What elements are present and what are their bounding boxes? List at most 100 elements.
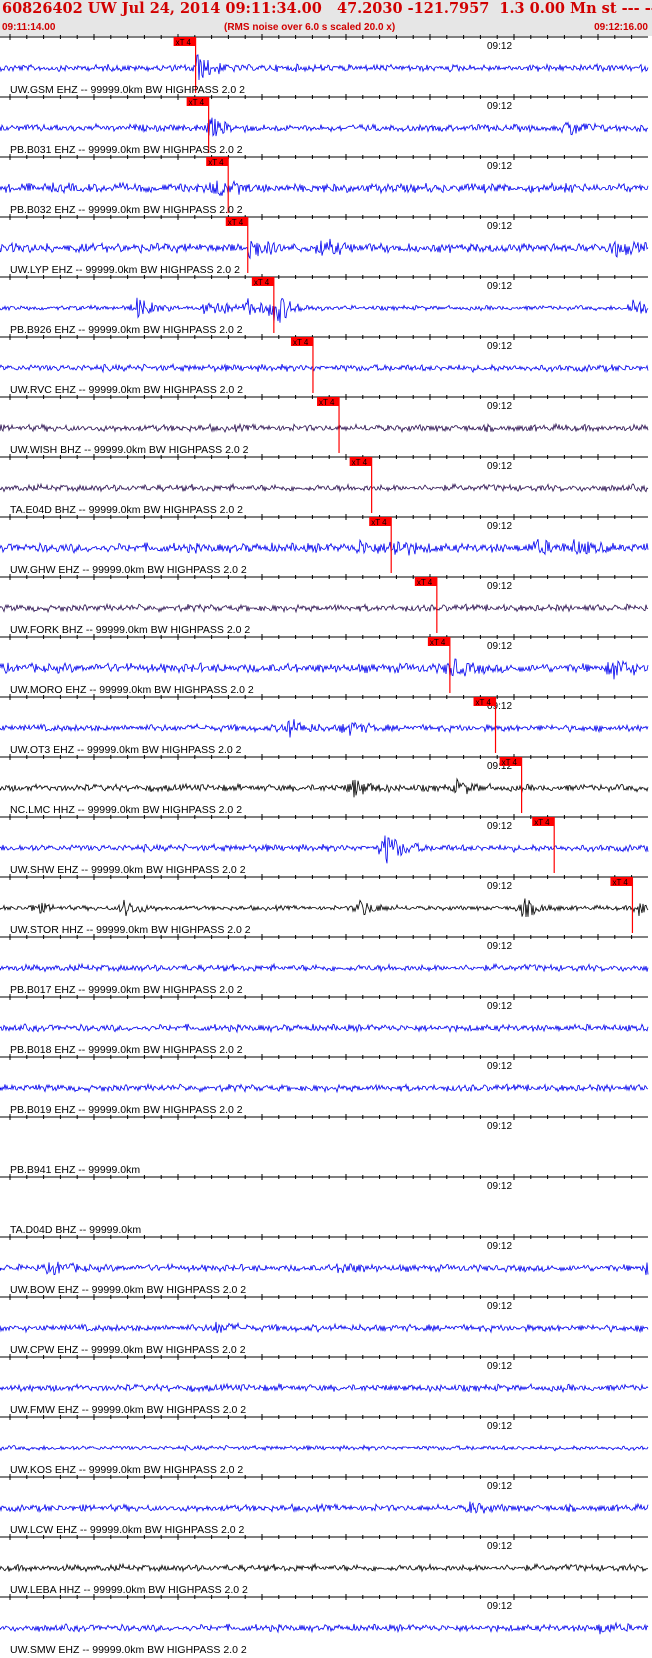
station-label: UW.MORO EHZ -- 99999.0km BW HIGHPASS 2.0… <box>10 684 254 696</box>
trace-row: 09:12 UW.SMW EHZ -- 99999.0km BW HIGHPASS… <box>0 1594 649 1656</box>
trace-row: 09:12 UW.BOW EHZ -- 99999.0km BW HIGHPASS… <box>0 1234 649 1296</box>
station-label: PB.B018 EHZ -- 99999.0km BW HIGHPASS 2.0… <box>10 1044 243 1056</box>
trace-row: 09:12 xT 4 UW.GSM EHZ -- 99999.0km BW HIGH… <box>0 34 649 96</box>
trace-row: 09:12 PB.B017 EHZ -- 99999.0km BW HIGHPAS… <box>0 934 649 996</box>
time-label: 09:12 <box>487 341 512 352</box>
trace-row: 09:12 xT 4 UW.FORK BHZ -- 99999.0km BW HIG… <box>0 574 649 636</box>
time-label: 09:12 <box>487 401 512 412</box>
trace-row: 09:12 UW.KOS EHZ -- 99999.0km BW HIGHPASS… <box>0 1414 649 1476</box>
time-label: 09:12 <box>487 1421 512 1432</box>
time-label: 09:12 <box>487 461 512 472</box>
trace-row: 09:12 UW.CPW EHZ -- 99999.0km BW HIGHPASS… <box>0 1294 649 1356</box>
trace-row: 09:12 PB.B019 EHZ -- 99999.0km BW HIGHPAS… <box>0 1054 649 1116</box>
waveform <box>0 1501 649 1514</box>
pick-label: xT 4 <box>476 698 492 707</box>
station-label: UW.BOW EHZ -- 99999.0km BW HIGHPASS 2.0 … <box>10 1284 246 1296</box>
pick-label: xT 4 <box>612 878 628 887</box>
trace-row: 09:12 UW.FMW EHZ -- 99999.0km BW HIGHPASS… <box>0 1354 649 1416</box>
station-label: PB.B941 EHZ -- 99999.0km <box>10 1164 140 1176</box>
trace-row: 09:12 xT 4 UW.RVC EHZ -- 99999.0km BW HIGH… <box>0 334 649 396</box>
station-label: UW.GHW EHZ -- 99999.0km BW HIGHPASS 2.0 … <box>10 564 247 576</box>
trace-row: 09:12 UW.LEBA HHZ -- 99999.0km BW HIGHPAS… <box>0 1534 649 1596</box>
pick-label: xT 4 <box>417 578 433 587</box>
station-label: PB.B017 EHZ -- 99999.0km BW HIGHPASS 2.0… <box>10 984 243 996</box>
station-label: PB.B031 EHZ -- 99999.0km BW HIGHPASS 2.0… <box>10 144 243 156</box>
time-label: 09:12 <box>487 881 512 892</box>
waveform <box>0 1444 649 1452</box>
trace-row: 09:12 xT 4 TA.E04D BHZ -- 99999.0km BW HIG… <box>0 454 649 516</box>
waveform <box>0 1261 649 1276</box>
pick-label: xT 4 <box>189 98 205 107</box>
time-label: 09:12 <box>487 1181 512 1192</box>
trace-row: 09:12 xT 4 UW.SHW EHZ -- 99999.0km BW HIGH… <box>0 814 649 876</box>
station-label: UW.SHW EHZ -- 99999.0km BW HIGHPASS 2.0 … <box>10 864 246 876</box>
waveform <box>0 835 649 864</box>
time-label: 09:12 <box>487 41 512 52</box>
time-label: 09:12 <box>487 1481 512 1492</box>
time-label: 09:12 <box>487 941 512 952</box>
trace-row: 09:12 xT 4 PB.B032 EHZ -- 99999.0km BW HIG… <box>0 154 649 216</box>
pick-label: xT 4 <box>228 218 244 227</box>
waveform <box>0 238 649 260</box>
station-label: UW.LEBA HHZ -- 99999.0km BW HIGHPASS 2.0… <box>10 1584 248 1596</box>
waveform <box>0 179 649 197</box>
time-label: 09:12 <box>487 1301 512 1312</box>
time-label: 09:12 <box>487 281 512 292</box>
waveform <box>0 362 649 374</box>
station-label: PB.B032 EHZ -- 99999.0km BW HIGHPASS 2.0… <box>10 204 243 216</box>
station-label: UW.LYP EHZ -- 99999.0km BW HIGHPASS 2.0 … <box>10 264 240 276</box>
trace-row: 09:12 xT 4 UW.MORO EHZ -- 99999.0km BW HIG… <box>0 634 649 696</box>
trace-row: 09:12 xT 4 UW.STOR HHZ -- 99999.0km BW HIG… <box>0 874 649 936</box>
station-label: UW.STOR HHZ -- 99999.0km BW HIGHPASS 2.0… <box>10 924 251 936</box>
waveform <box>0 482 649 493</box>
trace-row: 09:12 PB.B018 EHZ -- 99999.0km BW HIGHPAS… <box>0 994 649 1056</box>
trace-row: 09:12xT 4UW.OT3 EHZ -- 99999.0km BW HIGH… <box>0 694 649 756</box>
pick-label: xT 4 <box>352 458 368 467</box>
time-label: 09:12 <box>487 1601 512 1612</box>
waveform <box>0 1621 649 1635</box>
station-label: TA.D04D BHZ -- 99999.0km <box>10 1224 141 1236</box>
waveform <box>0 538 649 556</box>
pick-label: xT 4 <box>371 518 387 527</box>
time-label: 09:12 <box>487 1361 512 1372</box>
waveform <box>0 898 649 918</box>
waveform <box>0 962 649 973</box>
station-label: PB.B926 EHZ -- 99999.0km BW HIGHPASS 2.0… <box>10 324 243 336</box>
trace-row: 09:12 PB.B941 EHZ -- 99999.0km <box>0 1114 648 1176</box>
trace-row: 09:12 TA.D04D BHZ -- 99999.0km <box>0 1174 648 1236</box>
station-label: UW.GSM EHZ -- 99999.0km BW HIGHPASS 2.0 … <box>10 84 245 96</box>
waveform <box>0 1082 649 1094</box>
pick-label: xT 4 <box>176 38 192 47</box>
trace-row: 09:12 xT 4 UW.WISH BHZ -- 99999.0km BW HIG… <box>0 394 649 456</box>
time-label: 09:12 <box>487 1241 512 1252</box>
waveform <box>0 1382 649 1394</box>
time-label: 09:12 <box>487 581 512 592</box>
time-label: 09:12 <box>487 1001 512 1012</box>
time-label: 09:12 <box>487 521 512 532</box>
trace-row: 09:12 xT 4 PB.B926 EHZ -- 99999.0km BW HIG… <box>0 274 649 336</box>
trace-row: 09:12 xT 4 PB.B031 EHZ -- 99999.0km BW HIG… <box>0 94 649 156</box>
time-label: 09:12 <box>487 101 512 112</box>
waveform <box>0 719 649 738</box>
waveform <box>0 297 649 323</box>
waveform <box>0 117 649 137</box>
station-label: UW.OT3 EHZ -- 99999.0km BW HIGHPASS 2.0 … <box>10 744 242 756</box>
time-label: 09:12 <box>487 221 512 232</box>
trace-row: 09:12 xT 4 UW.LYP EHZ -- 99999.0km BW HIGH… <box>0 214 649 276</box>
pick-label: xT 4 <box>254 278 270 287</box>
waveform <box>0 602 649 614</box>
waveform <box>0 777 649 798</box>
waveform <box>0 54 649 81</box>
station-label: UW.CPW EHZ -- 99999.0km BW HIGHPASS 2.0 … <box>10 1344 246 1356</box>
seismogram-panel: 09:12 xT 4 UW.GSM EHZ -- 99999.0km BW HIGH… <box>0 34 649 1656</box>
pick-label: xT 4 <box>319 398 335 407</box>
station-label: UW.KOS EHZ -- 99999.0km BW HIGHPASS 2.0 … <box>10 1464 243 1476</box>
trace-row: 09:12 xT 4 UW.GHW EHZ -- 99999.0km BW HIGH… <box>0 514 649 576</box>
waveform <box>0 1562 649 1573</box>
time-label: 09:12 <box>487 1061 512 1072</box>
station-label: UW.FMW EHZ -- 99999.0km BW HIGHPASS 2.0 … <box>10 1404 246 1416</box>
station-label: UW.LCW EHZ -- 99999.0km BW HIGHPASS 2.0 … <box>10 1524 245 1536</box>
trace-row: 09:12xT 4NC.LMC HHZ -- 99999.0km BW HIGH… <box>0 754 649 816</box>
station-label: NC.LMC HHZ -- 99999.0km BW HIGHPASS 2.0 … <box>10 804 242 816</box>
pick-label: xT 4 <box>430 638 446 647</box>
